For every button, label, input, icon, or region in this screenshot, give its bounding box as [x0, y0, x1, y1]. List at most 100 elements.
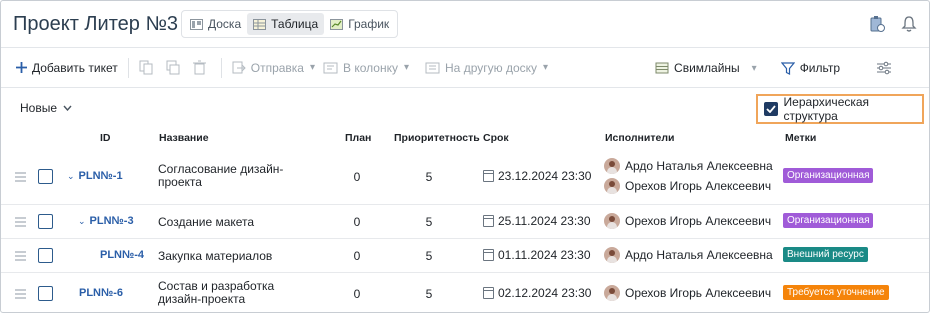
board-move-icon	[425, 62, 440, 73]
chevron-down-icon[interactable]: ⌄	[67, 171, 75, 182]
row-checkbox[interactable]	[38, 286, 53, 301]
ticket-id[interactable]: ⌄ PLN№-3	[78, 215, 134, 227]
sliders-icon	[877, 61, 891, 75]
ticket-plan: 0	[353, 215, 361, 229]
chevron-down-icon	[63, 105, 72, 111]
column-move-icon	[323, 62, 338, 73]
table-row[interactable]: ⌄ PLN№-3 Создание макета 0 5 25.11.2024 2…	[1, 205, 929, 239]
tag-badge: Организационная	[783, 168, 874, 183]
trash-icon	[192, 60, 206, 75]
view-chart-button[interactable]: График	[324, 13, 395, 35]
page-title: Проект Литер №3	[13, 13, 179, 35]
column-header-priority[interactable]: Приоритетность	[394, 132, 480, 144]
avatar	[604, 178, 620, 194]
ticket-priority: 5	[425, 287, 433, 301]
assignee: Орехов Игорь Алексеевич	[604, 213, 771, 229]
column-header-plan[interactable]: План	[345, 132, 371, 144]
table-icon	[253, 18, 267, 30]
calendar-icon	[483, 287, 494, 299]
assignee: Ардо Наталья Алексеевна	[604, 158, 773, 174]
drag-handle-icon[interactable]	[15, 217, 26, 227]
ticket-id[interactable]: ⌄ PLN№-1	[67, 170, 123, 182]
group-label: Новые	[20, 101, 58, 115]
calendar-icon	[483, 249, 494, 261]
view-chart-label: График	[348, 17, 390, 31]
view-board-button[interactable]: Доска	[184, 13, 247, 35]
settings-sliders-button[interactable]	[872, 55, 901, 81]
drag-handle-icon[interactable]	[15, 289, 26, 299]
table-row[interactable]: PLN№-6 Состав и разработка дизайн-проект…	[1, 273, 929, 312]
ticket-name[interactable]: Создание макета	[158, 215, 254, 229]
page-header: Проект Литер №3 Доска Таблица График	[1, 1, 929, 48]
ticket-id[interactable]: PLN№-4	[100, 249, 144, 261]
chevron-down-icon: ▾	[309, 62, 316, 73]
ticket-plan: 0	[353, 249, 361, 263]
filter-button[interactable]: Фильтр	[777, 55, 844, 81]
ticket-plan: 0	[353, 287, 361, 301]
clipboard-timer-icon[interactable]	[869, 15, 885, 33]
tag-badge: Внешний ресурс	[783, 247, 868, 262]
hierarchy-toggle[interactable]: Иерархическая структура	[756, 94, 924, 124]
column-header-tags[interactable]: Метки	[785, 132, 816, 144]
view-table-button[interactable]: Таблица	[247, 13, 325, 35]
avatar	[604, 213, 620, 229]
send-button[interactable]: Отправка ▾	[228, 55, 319, 81]
move-to-column-button[interactable]: В колонку ▾	[319, 55, 413, 81]
delete-button[interactable]	[189, 55, 215, 81]
chevron-down-icon: ▾	[543, 62, 549, 73]
checkmark-icon	[766, 105, 776, 113]
assignee: Ардо Наталья Алексеевна	[604, 247, 773, 263]
avatar	[604, 285, 620, 301]
group-toggle[interactable]: Новые	[20, 101, 72, 115]
row-checkbox[interactable]	[38, 214, 53, 229]
row-checkbox[interactable]	[38, 169, 53, 184]
column-header-due[interactable]: Срок	[483, 132, 509, 144]
chart-icon	[330, 18, 344, 30]
board-icon	[190, 18, 203, 30]
drag-handle-icon[interactable]	[15, 251, 26, 261]
toolbar-divider	[127, 57, 129, 78]
bell-icon[interactable]	[901, 15, 917, 33]
view-board-label: Доска	[208, 17, 242, 31]
view-table-label: Таблица	[271, 17, 319, 31]
send-icon	[232, 61, 246, 74]
move-to-board-button[interactable]: На другую доску ▾	[421, 55, 552, 81]
ticket-name[interactable]: Закупка материалов	[158, 249, 272, 263]
ticket-due: 25.11.2024 23:30	[483, 214, 591, 228]
toolbar: Добавить тикет Отправка ▾ В колонку ▾ На д…	[1, 48, 929, 88]
hierarchy-checkbox[interactable]	[764, 102, 778, 116]
copy-icon	[139, 60, 153, 75]
toolbar-divider	[220, 57, 222, 78]
add-ticket-button[interactable]: Добавить тикет	[12, 55, 122, 81]
ticket-priority: 5	[425, 215, 433, 229]
ticket-priority: 5	[425, 249, 433, 263]
hierarchy-label: Иерархическая структура	[783, 95, 870, 123]
row-checkbox[interactable]	[38, 248, 53, 263]
avatar	[604, 158, 620, 174]
ticket-id[interactable]: PLN№-6	[79, 287, 123, 299]
app-window: Проект Литер №3 Доска Таблица График Доб…	[0, 0, 930, 313]
calendar-icon	[483, 215, 494, 227]
ticket-name[interactable]: Состав и разработка дизайн-проекта	[158, 280, 318, 306]
chevron-down-icon: ▾	[751, 62, 757, 74]
table-row[interactable]: PLN№-4 Закупка материалов 0 5 01.11.2024…	[1, 239, 929, 273]
tag-badge: Требуется уточнение	[783, 285, 889, 300]
ticket-plan: 0	[353, 170, 361, 184]
swimlanes-button[interactable]: Свимлайны ▾	[651, 55, 761, 81]
table-row[interactable]: ⌄ PLN№-1 Согласование дизайн-проекта 0 5 …	[1, 151, 929, 205]
plus-icon	[16, 62, 27, 73]
assignee: Орехов Игорь Алексеевич	[604, 285, 771, 301]
avatar	[604, 247, 620, 263]
duplicate-button[interactable]	[162, 55, 189, 81]
column-header-name[interactable]: Название	[159, 132, 209, 144]
swimlanes-icon	[655, 62, 669, 74]
ticket-due: 01.11.2024 23:30	[483, 248, 591, 262]
chevron-down-icon[interactable]: ⌄	[78, 216, 86, 227]
column-header-id[interactable]: ID	[100, 132, 111, 144]
column-header-assignees[interactable]: Исполнители	[605, 132, 674, 144]
drag-handle-icon[interactable]	[15, 172, 26, 182]
filter-icon	[780, 61, 795, 75]
ticket-due: 23.12.2024 23:30	[483, 169, 591, 183]
ticket-name[interactable]: Согласование дизайн-проекта	[158, 163, 298, 189]
copy-button[interactable]	[135, 55, 162, 81]
